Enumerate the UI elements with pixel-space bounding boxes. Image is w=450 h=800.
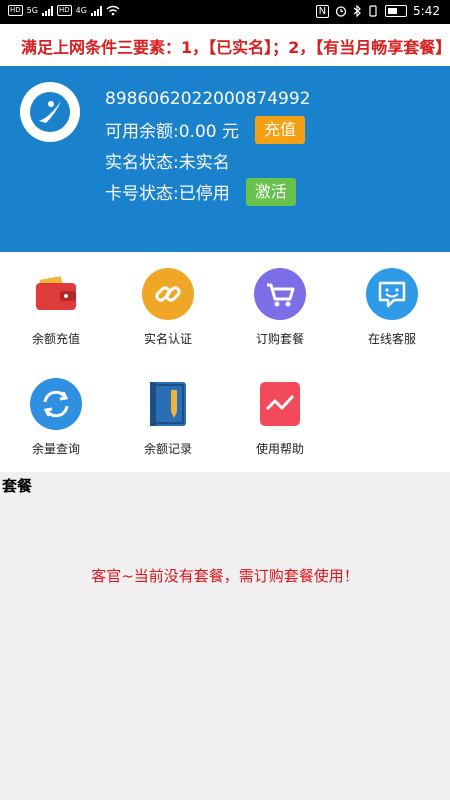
battery-icon	[385, 5, 408, 17]
activate-button[interactable]: 激活	[245, 177, 296, 206]
nfc-icon: N	[315, 4, 330, 18]
wifi-icon	[106, 5, 120, 16]
menu-item-label: 在线客服	[367, 332, 416, 346]
menu-item-realname[interactable]: 实名认证	[112, 252, 224, 352]
bluetooth-icon	[353, 5, 361, 17]
notebook-icon	[142, 378, 194, 430]
menu-item-help[interactable]: 使用帮助	[224, 362, 336, 462]
menu-item-label: 使用帮助	[255, 442, 304, 456]
refresh-icon	[30, 378, 82, 430]
link-icon	[142, 268, 194, 320]
package-section-title: 套餐	[2, 477, 33, 495]
recharge-button[interactable]: 充值	[254, 115, 305, 144]
card-number: 8986062022000874992	[105, 88, 311, 109]
app-logo	[20, 82, 80, 142]
cart-icon	[254, 268, 306, 320]
balance-text: 可用余额:0.00 元	[105, 122, 239, 142]
card-status: 卡号状态:已停用	[105, 184, 230, 204]
menu-item-balance-recharge[interactable]: 余额充值	[0, 252, 112, 352]
menu-item-label: 余额充值	[31, 332, 80, 346]
signal-4g-label: 4G	[75, 6, 87, 15]
notice-text: 满足上网条件三要素：1，【已实名】；2，【有当月畅享套餐】	[21, 38, 450, 57]
menu-item-label: 余量查询	[31, 442, 80, 456]
card-info-panel: 8986062022000874992 可用余额:0.00 元 充值 实名状态:…	[0, 66, 450, 252]
menu-item-order-package[interactable]: 订购套餐	[224, 252, 336, 352]
menu-item-label: 订购套餐	[255, 332, 304, 346]
menu-item-online-service[interactable]: 在线客服	[336, 252, 448, 352]
wallet-icon	[30, 268, 82, 320]
chat-icon	[366, 268, 418, 320]
status-bar: HD 5G HD 4G N 5:42	[0, 0, 450, 24]
menu-item-label: 实名认证	[143, 332, 192, 346]
realname-status: 实名状态:未实名	[105, 153, 230, 173]
hd-tag-2: HD	[56, 5, 72, 16]
menu-item-usage-query[interactable]: 余量查询	[0, 362, 112, 462]
vibrate-icon	[369, 5, 377, 17]
signal-icon-2	[90, 5, 102, 16]
hd-tag: HD	[8, 5, 23, 16]
menu-item-balance-record[interactable]: 余额记录	[112, 362, 224, 462]
function-menu: 余额充值 实名认证 订购套餐 在线客服 余量查询 余额记录 使用帮助	[0, 252, 450, 472]
signal-icon	[41, 5, 53, 16]
clock: 5:42	[413, 4, 440, 18]
trend-icon	[254, 378, 306, 430]
alarm-icon	[335, 6, 347, 17]
notice-marquee: 满足上网条件三要素：1，【已实名】；2，【有当月畅享套餐】	[0, 24, 450, 66]
menu-item-label: 余额记录	[143, 442, 192, 456]
signal-5g-label: 5G	[26, 6, 38, 15]
no-package-message: 客官~当前没有套餐，需订购套餐使用！	[91, 567, 359, 585]
